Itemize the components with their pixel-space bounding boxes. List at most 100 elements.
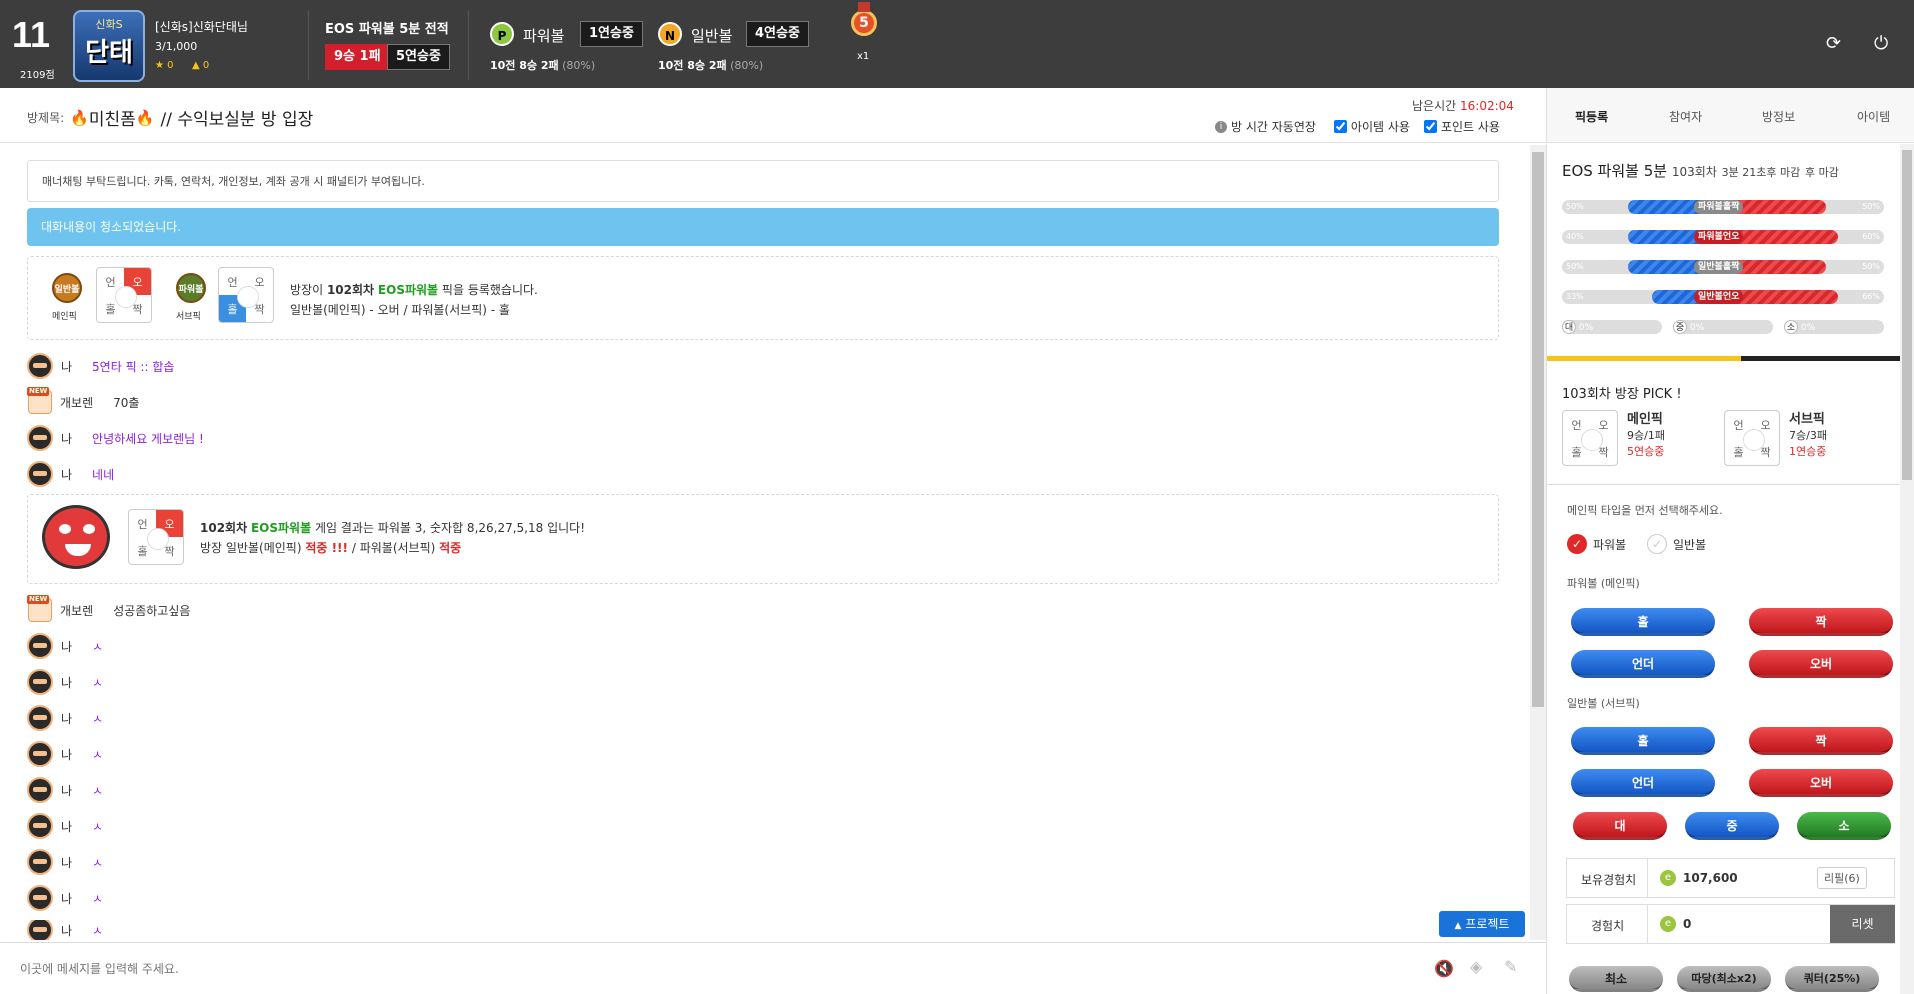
like-count: ▲ 0 [192, 60, 210, 71]
my-avatar-icon [27, 885, 53, 911]
exp-row: 보유경험치 e 107,600 리필(6) [1566, 858, 1895, 898]
my-avatar-icon [27, 741, 53, 767]
level-points: 2109점 [20, 70, 55, 81]
select-prompt: 메인픽 타입을 먼저 선택해주세요. [1567, 504, 1723, 517]
mini-gauge-big: 대 0% [1562, 320, 1662, 334]
chat-area: 매너채팅 부탁드립니다. 카톡, 연락처, 개인정보, 계좌 공개 시 패널티가… [0, 144, 1546, 942]
right-scrollbar-thumb[interactable] [1902, 150, 1912, 480]
room-options: i 방 시간 자동연장 아이템 사용 포인트 사용 [1215, 118, 1500, 135]
normal-ball-icon: N [658, 22, 682, 46]
normal-over-button[interactable]: 오버 [1749, 769, 1893, 797]
chat-scrollbar-thumb[interactable] [1532, 152, 1544, 707]
result-grid: 언 오 홀 짝 [128, 509, 184, 565]
chat-message: 나 5연타 픽 :: 합솝 [27, 353, 174, 379]
my-avatar-icon [27, 633, 53, 659]
item-use-checkbox[interactable] [1333, 120, 1347, 133]
game-title: EOS 파워볼 5분 103회차 3분 21초후 마감 후 마감 [1562, 162, 1839, 180]
gauge-powerball-underover: 40% 파워볼언오 60% [1562, 230, 1884, 244]
tab-pick-register[interactable]: 픽등록 [1575, 108, 1608, 125]
mini-gauge-mid: 중 0% [1673, 320, 1773, 334]
star-icon: ★ [155, 60, 164, 71]
pick-register-card: 일반볼 메인픽 언 오 홀 짝 파워볼 서브픽 언 오 홀 짝 방장이 102회… [27, 256, 1499, 340]
panel-divider [1547, 484, 1900, 485]
quarter-bet-button[interactable]: 쿼터(25%) [1785, 966, 1879, 992]
mid-button[interactable]: 중 [1685, 812, 1779, 840]
normal-odd-button[interactable]: 홀 [1571, 727, 1715, 755]
record-wl-badge: 9승 1패 [325, 44, 390, 70]
exp-coin-icon: e [1660, 916, 1676, 932]
chat-cleared-banner: 대화내용이 청소되었습니다. [27, 208, 1499, 246]
tab-room-info[interactable]: 방정보 [1762, 108, 1795, 125]
eraser-icon[interactable]: ◈ [1470, 957, 1482, 976]
info-icon: i [1215, 120, 1227, 133]
my-avatar-icon [27, 849, 53, 875]
chat-message: 나ㅅ [27, 885, 103, 911]
normal-ball-label: 일반볼 [691, 27, 733, 45]
refresh-icon[interactable]: ⟳ [1826, 35, 1844, 53]
chat-input[interactable] [20, 955, 1400, 983]
normal-under-button[interactable]: 언더 [1571, 769, 1715, 797]
check-circle-icon: ✓ [1567, 534, 1587, 554]
reset-button[interactable]: 리셋 [1830, 905, 1895, 943]
star-count: ★ 0 [155, 60, 174, 71]
result-line1: 102회차 EOS파워볼 게임 결과는 파워볼 3, 숫자합 8,26,27,5… [200, 521, 586, 535]
tab-participants[interactable]: 참여자 [1669, 108, 1702, 125]
room-bar: 방제목: 🔥 미친폼 🔥 // 수익보실분 방 입장 남은시간 16:02:04… [0, 88, 1546, 143]
section-normal: 일반볼 (서브픽) [1567, 697, 1640, 710]
point-use-checkbox[interactable] [1423, 120, 1437, 133]
pick-register-line1: 방장이 102회차 EOS파워볼 픽을 등록했습니다. [290, 283, 538, 297]
powerball-odd-button[interactable]: 홀 [1571, 608, 1715, 636]
magic-wand-icon[interactable]: ✎ [1504, 957, 1517, 976]
powerball-label: 파워볼 [523, 27, 565, 45]
min-bet-button[interactable]: 최소 [1569, 966, 1663, 992]
powerball-over-button[interactable]: 오버 [1749, 650, 1893, 678]
project-button[interactable]: ▲ 프로젝트 [1439, 911, 1525, 937]
chat-message: 나ㅅ [27, 813, 103, 839]
chat-message: NEW 개보렌 70출 [27, 387, 139, 414]
chat-message: 나ㅅ [27, 777, 103, 803]
small-button[interactable]: 소 [1797, 812, 1891, 840]
mute-icon[interactable]: 🔇 [1434, 959, 1454, 978]
my-avatar-icon [27, 705, 53, 731]
my-avatar-icon [27, 461, 53, 487]
powerball-under-button[interactable]: 언더 [1571, 650, 1715, 678]
main-pick-label: 메인픽 [52, 312, 77, 322]
double-bet-button[interactable]: 따당(최소x2) [1677, 966, 1771, 992]
power-icon[interactable]: ⏻ [1874, 35, 1892, 53]
chat-message: 나ㅅ [27, 633, 103, 659]
chat-message: 나ㅅ [27, 741, 103, 767]
chat-message: NEW 개보렌 성공좀하고싶음 [27, 595, 190, 622]
countdown-bar [1547, 356, 1900, 361]
sub-pick-label: 서브픽 [176, 312, 201, 322]
chat-notice: 매너채팅 부탁드립니다. 카톡, 연락처, 개인정보, 계좌 공개 시 패널티가… [27, 160, 1499, 202]
chat-message: 나ㅅ [27, 849, 103, 875]
check-circle-icon: ✓ [1647, 534, 1667, 554]
bet-input[interactable]: 0 [1683, 917, 1691, 931]
powerball-streak: 1연승중 [580, 21, 643, 47]
avatar[interactable]: 신화S 단태 [73, 10, 145, 82]
sub-pick-grid: 언 오 홀 짝 [218, 267, 274, 323]
tab-items[interactable]: 아이템 [1857, 108, 1890, 125]
big-button[interactable]: 대 [1573, 812, 1667, 840]
main-pick-grid: 언 오 홀 짝 [96, 267, 152, 323]
powerball-badge: 파워볼 [176, 273, 206, 303]
type-powerball-radio[interactable]: ✓ 파워볼 [1567, 534, 1626, 554]
pick-register-line2: 일반볼(메인픽) - 오버 / 파워볼(서브픽) - 홀 [290, 303, 510, 317]
medal-ribbon [858, 2, 870, 12]
powerball-icon: P [490, 22, 514, 46]
host-sub-pick-grid: 언 오 홀 짝 [1724, 410, 1780, 466]
refill-button[interactable]: 리필(6) [1817, 867, 1867, 889]
host-sub-pick-info: 서브픽 7승/3패 1연승중 [1789, 412, 1827, 458]
normal-even-button[interactable]: 짝 [1749, 727, 1893, 755]
result-line2: 방장 일반볼(메인픽) 적중 !!! / 파워볼(서브픽) 적중 [200, 541, 462, 555]
type-normal-radio[interactable]: ✓ 일반볼 [1647, 534, 1706, 554]
chat-message: 나ㅅ [27, 705, 103, 731]
my-avatar-icon [27, 777, 53, 803]
powerball-stat: 10전 8승 2패 (80%) [490, 59, 596, 72]
record-title: EOS 파워볼 5분 전적 [325, 22, 449, 37]
my-avatar-icon [27, 425, 53, 451]
normal-ball-streak: 4연승중 [746, 21, 809, 47]
user-avatar-icon: NEW [27, 595, 52, 622]
powerball-even-button[interactable]: 짝 [1749, 608, 1893, 636]
chat-message: 나ㅅ [27, 920, 103, 940]
